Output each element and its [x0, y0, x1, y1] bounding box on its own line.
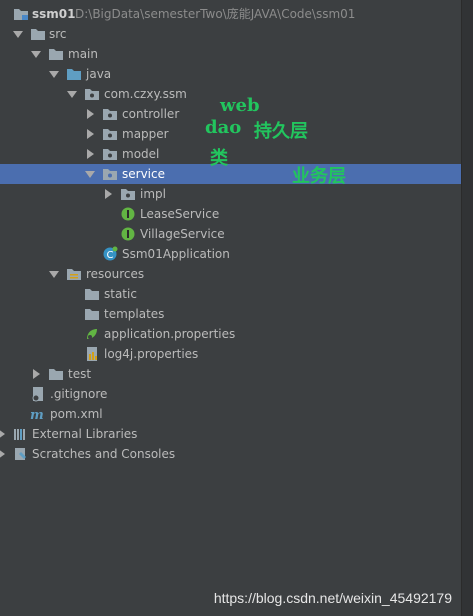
gitignore-label: .gitignore	[50, 387, 108, 401]
static-label: static	[104, 287, 137, 301]
tree-row-external-libraries[interactable]: External Libraries	[0, 424, 462, 444]
tree-row-lease-service[interactable]: LeaseService	[0, 204, 462, 224]
test-label: test	[68, 367, 92, 381]
package-icon	[102, 126, 118, 142]
tree-row-gitignore[interactable]: .gitignore	[0, 384, 462, 404]
annotation-dao: dao	[205, 117, 242, 138]
java-label: java	[86, 67, 112, 81]
src-label: src	[49, 27, 67, 41]
collapsed-arrow-icon[interactable]	[33, 369, 40, 379]
scratches-label: Scratches and Consoles	[32, 447, 176, 461]
external-libraries-label: External Libraries	[32, 427, 138, 441]
tree-row-application-properties[interactable]: application.properties	[0, 324, 462, 344]
pom-label: pom.xml	[50, 407, 103, 421]
vertical-scrollbar[interactable]	[461, 0, 473, 616]
tree-row-service[interactable]: service	[0, 164, 462, 184]
folder-icon	[84, 306, 100, 322]
tree-row-main[interactable]: main	[0, 44, 462, 64]
collapsed-arrow-icon[interactable]	[0, 449, 5, 459]
interface-icon	[120, 226, 136, 242]
tree-row-static[interactable]: static	[0, 284, 462, 304]
maven-icon: m	[30, 406, 46, 422]
package-label: com.czxy.ssm	[104, 87, 187, 101]
annotation-web: web	[220, 95, 260, 116]
package-icon	[120, 186, 136, 202]
controller-label: controller	[122, 107, 180, 121]
collapsed-arrow-icon[interactable]	[87, 109, 94, 119]
tree-row-pom[interactable]: m pom.xml	[0, 404, 462, 424]
tree-row-templates[interactable]: templates	[0, 304, 462, 324]
package-icon	[102, 166, 118, 182]
main-label: main	[68, 47, 98, 61]
folder-icon	[30, 26, 46, 42]
scratches-icon	[12, 446, 28, 462]
tree-row-impl[interactable]: impl	[0, 184, 462, 204]
svg-text:m: m	[30, 408, 44, 422]
lease-service-label: LeaseService	[140, 207, 220, 221]
tree-row-java[interactable]: java	[0, 64, 462, 84]
annotation-business-layer: 业务层	[292, 166, 346, 187]
folder-icon	[48, 366, 64, 382]
log4j-properties-label: log4j.properties	[104, 347, 199, 361]
root-name: ssm01	[32, 7, 76, 21]
folder-icon	[48, 46, 64, 62]
tree-row-test[interactable]: test	[0, 364, 462, 384]
expand-arrow-icon[interactable]	[49, 71, 59, 78]
collapsed-arrow-icon[interactable]	[0, 429, 5, 439]
service-label: service	[122, 167, 165, 181]
village-service-label: VillageService	[140, 227, 225, 241]
mapper-label: mapper	[122, 127, 169, 141]
tree-row-resources[interactable]: resources	[0, 264, 462, 284]
interface-icon	[120, 206, 136, 222]
tree-row-village-service[interactable]: VillageService	[0, 224, 462, 244]
tree-row-application[interactable]: C Ssm01Application	[0, 244, 462, 264]
source-folder-icon	[66, 66, 82, 82]
expand-arrow-icon[interactable]	[49, 271, 59, 278]
libraries-icon	[12, 426, 28, 442]
watermark: https://blog.csdn.net/weixin_45492179	[213, 590, 452, 606]
templates-label: templates	[104, 307, 165, 321]
collapsed-arrow-icon[interactable]	[87, 129, 94, 139]
expand-arrow-icon[interactable]	[13, 31, 23, 38]
expand-arrow-icon[interactable]	[67, 91, 77, 98]
tree-row-scratches[interactable]: Scratches and Consoles	[0, 444, 462, 464]
svg-text:C: C	[107, 250, 114, 261]
package-icon	[102, 146, 118, 162]
package-icon	[102, 106, 118, 122]
tree-row-log4j-properties[interactable]: log4j.properties	[0, 344, 462, 364]
root-path: D:\BigData\semesterTwo\庞能JAVA\Code\ssm01	[75, 7, 356, 21]
folder-icon	[84, 286, 100, 302]
annotation-class: 类	[210, 148, 228, 169]
tree-row-src[interactable]: src	[0, 24, 462, 44]
package-icon	[84, 86, 100, 102]
resources-folder-icon	[66, 266, 82, 282]
expand-arrow-icon[interactable]	[31, 51, 41, 58]
resources-label: resources	[86, 267, 145, 281]
properties-file-icon	[84, 346, 100, 362]
tree-row-model[interactable]: model	[0, 144, 462, 164]
project-tree-panel: ssm01 D:\BigData\semesterTwo\庞能JAVA\Code…	[0, 0, 462, 616]
collapsed-arrow-icon[interactable]	[105, 189, 112, 199]
spring-properties-icon	[84, 326, 100, 342]
impl-label: impl	[140, 187, 166, 201]
collapsed-arrow-icon[interactable]	[87, 149, 94, 159]
ignore-file-icon	[30, 386, 46, 402]
spring-boot-class-icon: C	[102, 246, 118, 262]
application-label: Ssm01Application	[122, 247, 230, 261]
application-properties-label: application.properties	[104, 327, 236, 341]
expand-arrow-icon[interactable]	[85, 171, 95, 178]
model-label: model	[122, 147, 160, 161]
tree-row-root[interactable]: ssm01 D:\BigData\semesterTwo\庞能JAVA\Code…	[0, 4, 462, 24]
annotation-persistence-layer: 持久层	[254, 121, 308, 142]
module-folder-icon	[13, 6, 29, 22]
